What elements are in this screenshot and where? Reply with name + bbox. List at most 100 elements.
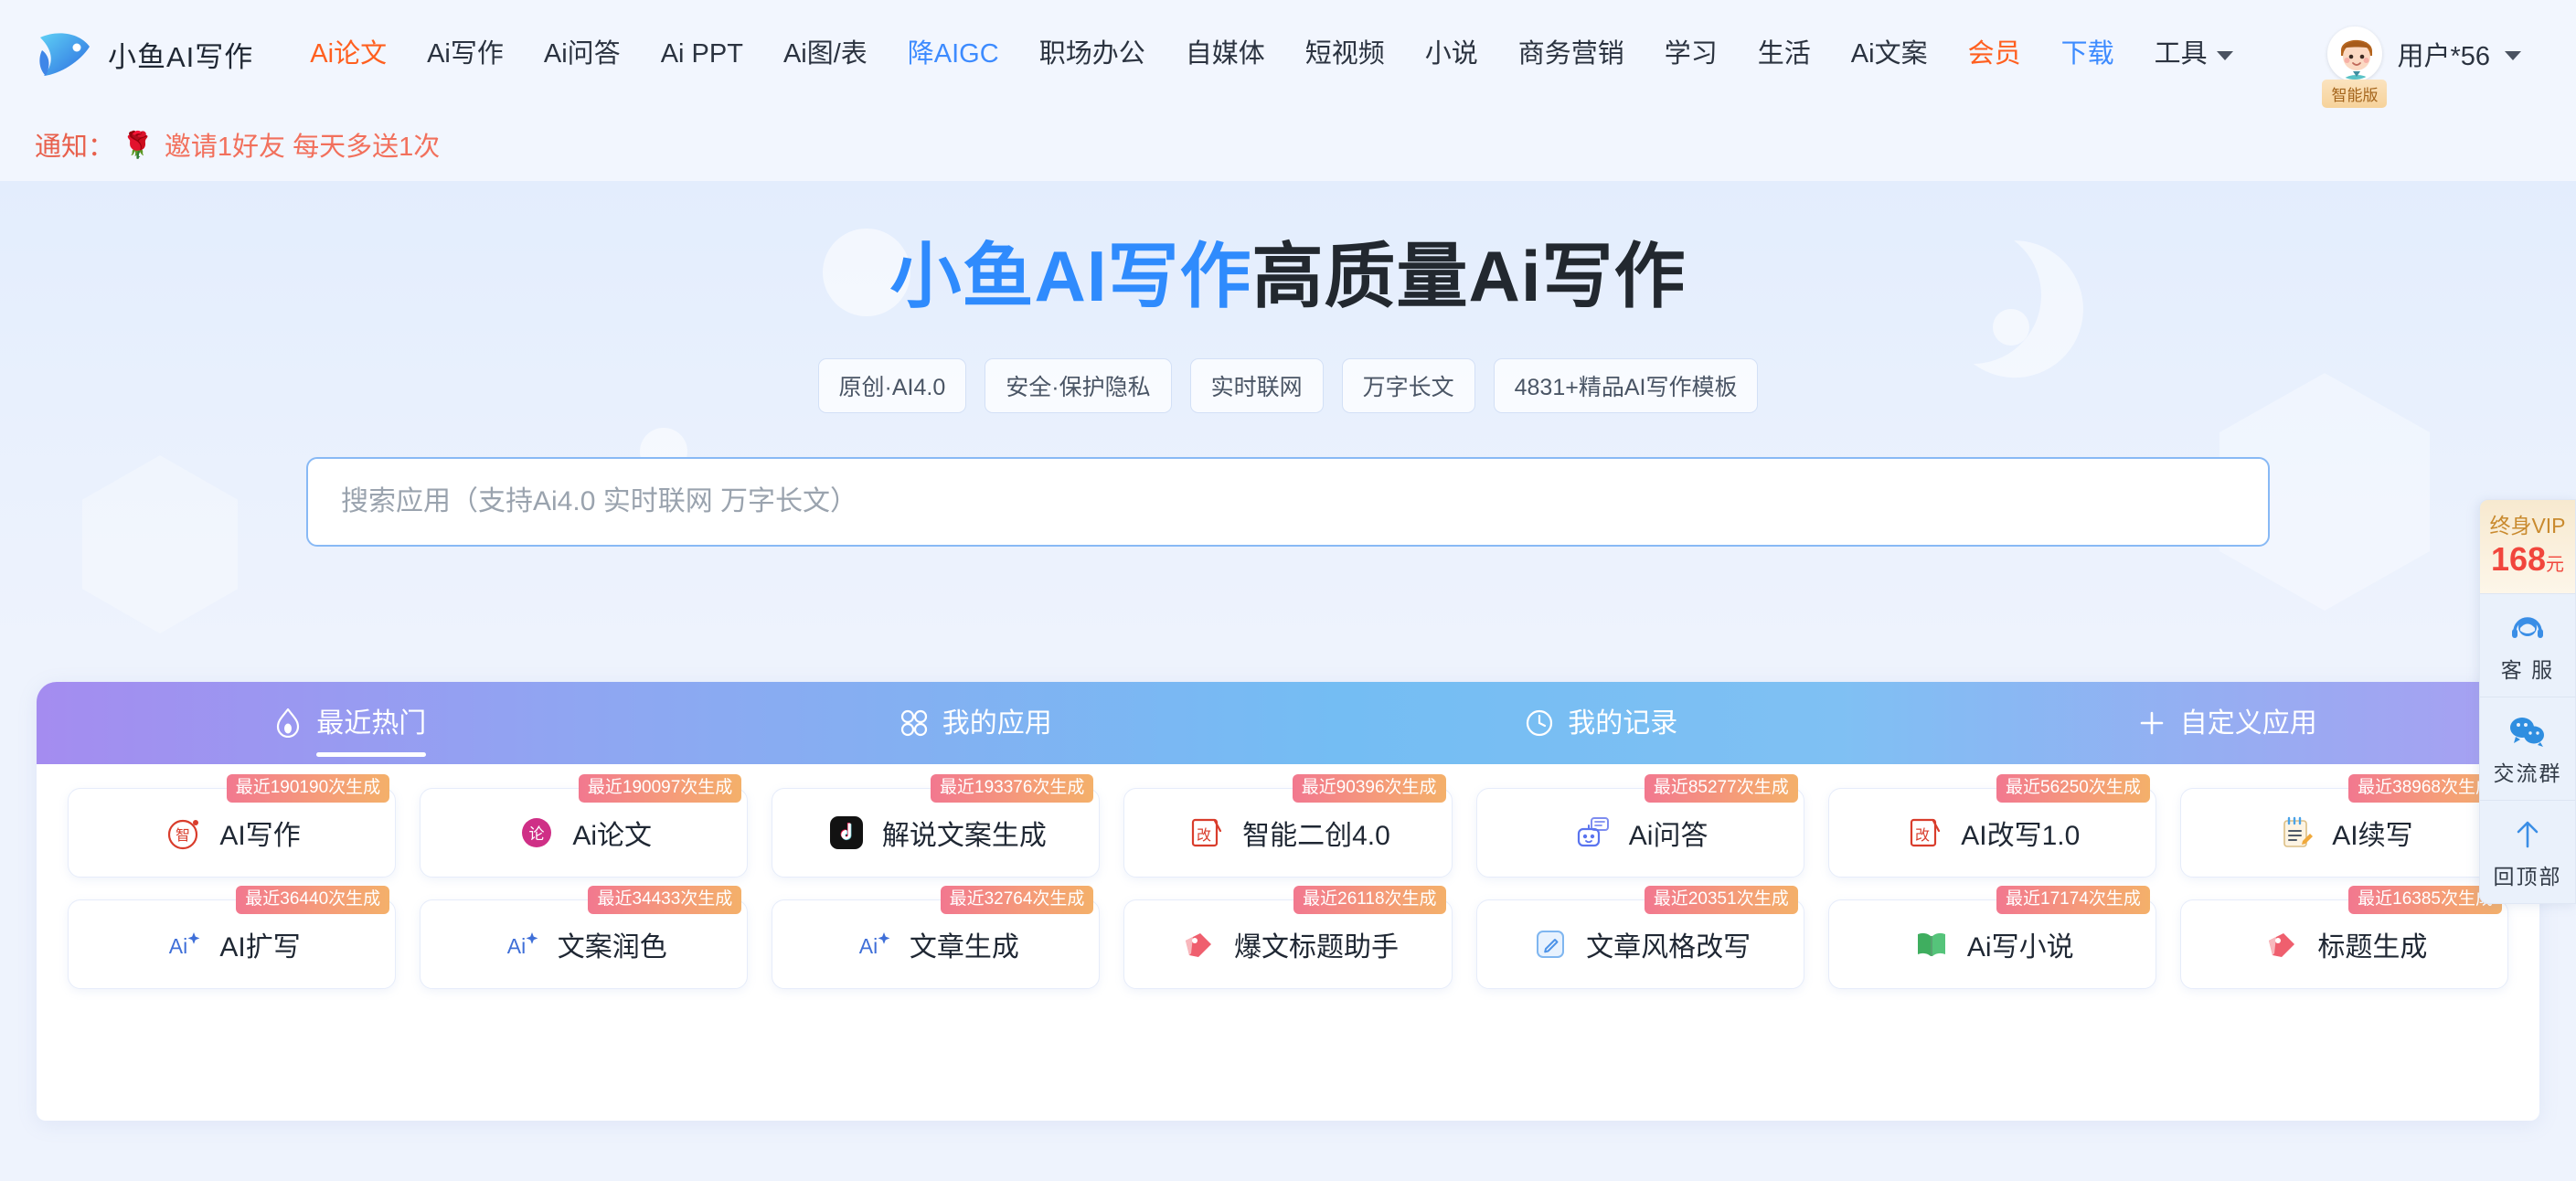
nav-item-jiang-aigc[interactable]: 降AIGC — [888, 40, 1019, 68]
search-input[interactable] — [341, 485, 2235, 517]
app-card-label: 解说文案生成 — [881, 821, 1047, 851]
tag-icon — [1177, 923, 1219, 965]
fish-logo-icon — [37, 28, 93, 80]
app-card-ai-thesis[interactable]: 最近190097次生成 论 Ai论文 — [420, 774, 749, 878]
username-label: 用户*56 — [2397, 42, 2490, 71]
usage-badge: 最近32764次生成 — [940, 886, 1094, 914]
nav-item-ai-xiezuo[interactable]: Ai写作 — [407, 40, 524, 68]
nav-item-novel[interactable]: 小说 — [1405, 40, 1498, 68]
nav-item-business[interactable]: 商务营销 — [1498, 40, 1645, 68]
usage-badge: 最近190097次生成 — [578, 774, 742, 803]
nav-item-selfmedia[interactable]: 自媒体 — [1166, 40, 1285, 68]
app-card-ai-writing[interactable]: 最近190190次生成 智 AI写作 — [68, 774, 397, 878]
app-card-smart-recreate[interactable]: 最近90396次生成 改 智能二创4.0 — [1123, 774, 1453, 878]
edit-square-icon — [1529, 923, 1571, 965]
tiktok-icon — [825, 812, 868, 854]
app-card-viral-title-helper[interactable]: 最近26118次生成 爆文标题助手 — [1123, 886, 1453, 989]
nav-item-study[interactable]: 学习 — [1645, 40, 1738, 68]
tab-my-records[interactable]: 我的记录 — [1288, 682, 1914, 764]
user-avatar-icon[interactable] — [2327, 27, 2383, 81]
brand[interactable]: 小鱼AI写作 — [37, 28, 253, 80]
app-card-ai-continue[interactable]: 最近38968次生成 AI续写 — [2179, 774, 2508, 878]
apps-tab-bar: 最近热门 我的应用 我的记录 自定义应用 — [37, 682, 2539, 764]
user-chevron-down-icon[interactable] — [2505, 51, 2521, 60]
app-card-article-generate[interactable]: 最近32764次生成 Ai 文章生成 — [772, 886, 1101, 989]
app-card-ai-qa[interactable]: 最近85277次生成 Ai问答 — [1475, 774, 1804, 878]
app-card-label: AI写作 — [219, 821, 301, 851]
nav-item-life[interactable]: 生活 — [1738, 40, 1831, 68]
feature-pill-privacy: 安全·保护隐私 — [985, 357, 1172, 413]
search-box[interactable] — [306, 456, 2270, 547]
rail-item-community-label: 交流群 — [2493, 761, 2562, 785]
ai-sparkle-icon: Ai — [163, 923, 205, 965]
nav-item-shortvideo[interactable]: 短视频 — [1285, 40, 1405, 68]
rail-item-support[interactable]: 客 服 — [2480, 592, 2575, 697]
app-card-label: 智能二创4.0 — [1242, 821, 1390, 851]
nav-item-tools-label: 工具 — [2154, 38, 2208, 69]
usage-badge: 最近90396次生成 — [1292, 774, 1446, 803]
nav-item-membership[interactable]: 会员 — [1948, 40, 2041, 68]
app-card-copy-polish[interactable]: 最近34433次生成 Ai 文案润色 — [420, 886, 749, 989]
top-navigation-bar: 小鱼AI写作 Ai论文 Ai写作 Ai问答 Ai PPT Ai图/表 降AIGC… — [0, 0, 2576, 108]
app-card-title-generate[interactable]: 最近16385次生成 标题生成 — [2179, 886, 2508, 989]
rail-vip-promo[interactable]: 终身VIP 168元 — [2480, 500, 2575, 593]
usage-badge: 最近17174次生成 — [1996, 886, 2150, 914]
rail-vip-price-value: 168 — [2490, 539, 2547, 578]
usage-badge: 最近193376次生成 — [931, 774, 1094, 803]
feature-pill-realtime: 实时联网 — [1189, 357, 1324, 413]
nav-item-workplace[interactable]: 职场办公 — [1019, 40, 1166, 68]
wechat-icon — [2480, 712, 2575, 750]
feature-pill-templates: 4831+精品AI写作模板 — [1493, 357, 1759, 413]
app-card-narration-copy[interactable]: 最近193376次生成 解说文案生成 — [772, 774, 1101, 878]
tab-custom-apps[interactable]: 自定义应用 — [1914, 682, 2540, 764]
chevron-down-icon — [2216, 51, 2233, 60]
user-menu[interactable]: 智能版 用户*56 — [2322, 27, 2521, 108]
nav-item-tools[interactable]: 工具 — [2134, 38, 2253, 69]
rail-item-community[interactable]: 交流群 — [2480, 696, 2575, 800]
tab-recent-hot-label: 最近热门 — [316, 700, 427, 757]
feature-pill-original: 原创·AI4.0 — [817, 357, 967, 413]
tab-recent-hot[interactable]: 最近热门 — [37, 682, 663, 764]
app-card-label: AI扩写 — [219, 932, 301, 963]
app-card-ai-expand[interactable]: 最近36440次生成 Ai AI扩写 — [68, 886, 397, 989]
usage-badge: 最近34433次生成 — [588, 886, 742, 914]
hero-section: 小鱼AI写作高质量Ai写作 原创·AI4.0 安全·保护隐私 实时联网 万字长文… — [0, 181, 2576, 649]
gai-square-icon: 改 — [1904, 812, 1946, 854]
page-title-brand: 小鱼AI写作 — [889, 236, 1252, 316]
nav-item-ai-copy[interactable]: Ai文案 — [1831, 40, 1948, 68]
nav-item-ai-chart[interactable]: Ai图/表 — [763, 40, 888, 68]
app-card-label: 文章生成 — [909, 932, 1019, 963]
gai-square-icon: 改 — [1186, 812, 1228, 854]
rail-vip-price: 168元 — [2480, 539, 2575, 579]
rail-vip-title: 终身VIP — [2489, 514, 2566, 537]
headset-support-icon — [2480, 609, 2575, 647]
app-card-label: AI改写1.0 — [1961, 821, 2081, 851]
feature-pill-longform: 万字长文 — [1341, 357, 1475, 413]
notice-label: 通知： — [35, 133, 115, 162]
svg-text:智: 智 — [176, 826, 190, 844]
usage-badge: 最近190190次生成 — [226, 774, 390, 803]
brand-name: 小鱼AI写作 — [108, 40, 254, 73]
app-card-label: 文案润色 — [557, 932, 667, 963]
robot-chat-icon — [1572, 812, 1614, 854]
app-card-label: 标题生成 — [2317, 932, 2428, 963]
app-card-label: AI续写 — [2332, 821, 2413, 851]
app-card-ai-novel[interactable]: 最近17174次生成 Ai写小说 — [1827, 886, 2156, 989]
tab-my-apps[interactable]: 我的应用 — [663, 682, 1289, 764]
nav-item-download[interactable]: 下载 — [2041, 40, 2134, 68]
rail-item-back-to-top[interactable]: 回顶部 — [2480, 799, 2575, 903]
nav-links: Ai论文 Ai写作 Ai问答 Ai PPT Ai图/表 降AIGC 职场办公 自… — [290, 38, 2311, 69]
nav-item-ai-ppt[interactable]: Ai PPT — [641, 40, 763, 68]
notice-text[interactable]: 邀请1好友 每天多送1次 — [165, 125, 440, 164]
grid-icon — [899, 708, 930, 739]
footer-strip — [0, 1157, 2576, 1181]
tab-custom-apps-label: 自定义应用 — [2179, 708, 2317, 739]
svg-text:Ai: Ai — [169, 934, 187, 958]
app-card-article-style-rewrite[interactable]: 最近20351次生成 文章风格改写 — [1475, 886, 1804, 989]
nav-item-ai-wenda[interactable]: Ai问答 — [524, 40, 641, 68]
app-card-ai-rewrite[interactable]: 最近56250次生成 改 AI改写1.0 — [1827, 774, 2156, 878]
nav-item-ai-lunwen[interactable]: Ai论文 — [290, 40, 407, 68]
zhi-seal-icon: 智 — [163, 812, 205, 854]
svg-text:改: 改 — [1915, 826, 1930, 844]
svg-text:论: 论 — [529, 825, 545, 844]
